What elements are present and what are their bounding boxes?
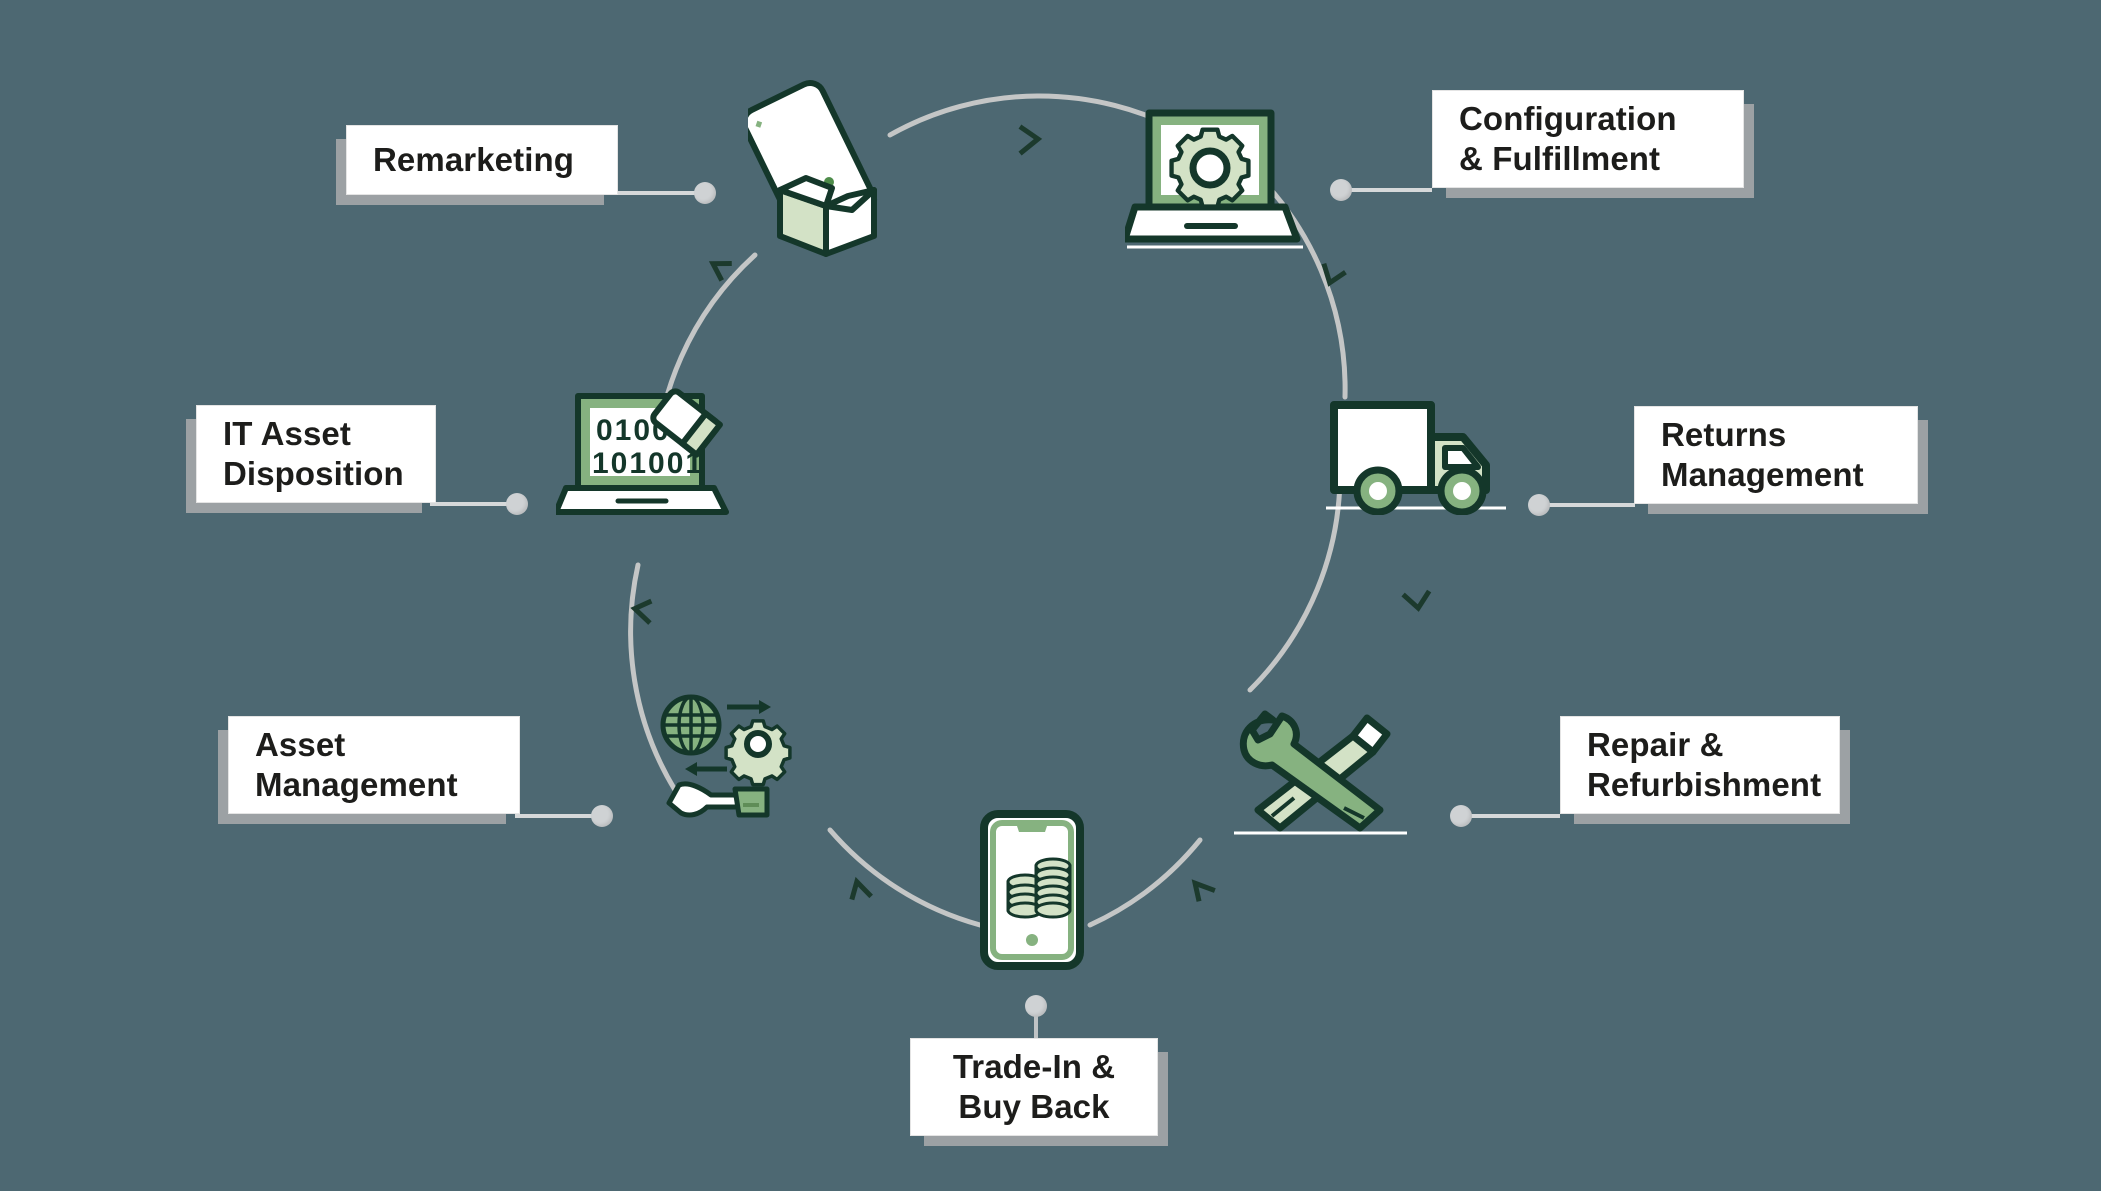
- label-remarketing-text: Remarketing: [373, 141, 575, 179]
- binary-line-2: 101001: [592, 447, 704, 480]
- connector-remarketing: [616, 191, 706, 195]
- connector-repair: [1470, 814, 1560, 818]
- label-trade-in-buy-back[interactable]: Trade-In & Buy Back: [910, 1038, 1158, 1136]
- delivery-truck-icon: [1326, 395, 1506, 515]
- label-it-asset-disposition[interactable]: IT Asset Disposition: [196, 405, 436, 503]
- laptop-binary-erase-icon: 0100 101001: [556, 388, 736, 518]
- label-repair-refurbishment-text: Repair & Refurbishment: [1587, 726, 1822, 803]
- label-returns-management-text: Returns Management: [1661, 416, 1864, 493]
- arrow-marker: [708, 260, 732, 282]
- globe-gear-hand-icon: [655, 685, 805, 835]
- phone-in-box-icon: [748, 78, 908, 258]
- arrow-marker: [1018, 124, 1043, 156]
- phone-coins-icon: [978, 810, 1086, 970]
- connector-itad: [430, 502, 518, 506]
- label-trade-in-buy-back-text: Trade-In & Buy Back: [952, 1048, 1116, 1125]
- connector-dot-returns: [1528, 494, 1550, 516]
- arrow-marker: [849, 876, 873, 901]
- cycle-arcs: [628, 93, 1432, 928]
- connector-configuration: [1340, 188, 1432, 192]
- label-asset-management-text: Asset Management: [255, 726, 458, 803]
- connector-dot-remarketing: [694, 182, 716, 204]
- label-it-asset-disposition-text: IT Asset Disposition: [223, 415, 404, 492]
- connector-dot-repair: [1450, 805, 1472, 827]
- label-repair-refurbishment[interactable]: Repair & Refurbishment: [1560, 716, 1840, 814]
- wrench-screwdriver-icon: [1232, 710, 1412, 840]
- arrow-marker: [1401, 589, 1432, 612]
- connector-asset-management: [515, 814, 603, 818]
- lifecycle-diagram: Remarketing IT Asset Disposition Asset M…: [0, 0, 2101, 1191]
- label-configuration-fulfillment[interactable]: Configuration & Fulfillment: [1432, 90, 1744, 188]
- label-returns-management[interactable]: Returns Management: [1634, 406, 1918, 504]
- connector-dot-itad: [506, 493, 528, 515]
- label-remarketing[interactable]: Remarketing: [346, 125, 618, 195]
- arrow-marker: [1191, 879, 1216, 902]
- connector-dot-asset-management: [591, 805, 613, 827]
- connector-dot-configuration: [1330, 179, 1352, 201]
- laptop-gear-icon: [1125, 95, 1305, 260]
- arrow-marker: [630, 598, 653, 625]
- connector-dot-trade-in: [1025, 995, 1047, 1017]
- label-configuration-fulfillment-text: Configuration & Fulfillment: [1459, 100, 1677, 177]
- connector-returns: [1545, 503, 1635, 507]
- label-asset-management[interactable]: Asset Management: [228, 716, 520, 814]
